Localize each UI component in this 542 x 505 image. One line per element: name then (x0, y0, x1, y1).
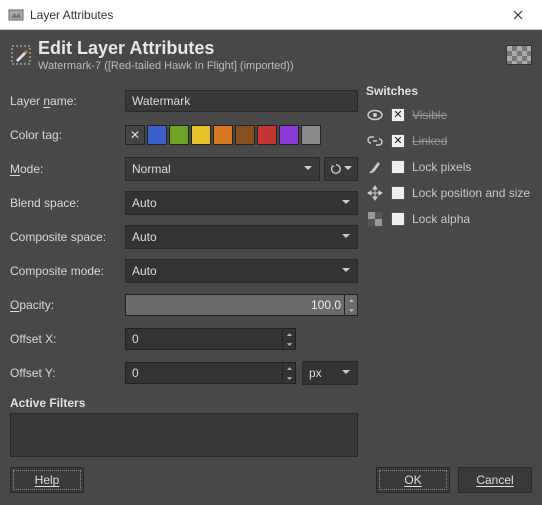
blend-space-label: Blend space: (10, 196, 125, 210)
titlebar: Layer Attributes (0, 0, 542, 30)
color-tag-brown[interactable] (235, 125, 255, 145)
color-tag-gray[interactable] (301, 125, 321, 145)
mode-value: Normal (132, 162, 171, 176)
stepper-down[interactable] (283, 373, 295, 383)
color-tag-green[interactable] (169, 125, 189, 145)
composite-space-value: Auto (132, 230, 157, 244)
lock-position-label: Lock position and size (412, 186, 530, 200)
stepper-up[interactable] (283, 363, 295, 373)
brush-icon (366, 158, 384, 176)
composite-space-label: Composite space: (10, 230, 125, 244)
row-offset-x: Offset X: 0 (10, 322, 358, 356)
switches-title: Switches (366, 84, 532, 98)
switch-lock-alpha: Lock alpha (366, 206, 532, 232)
composite-mode-value: Auto (132, 264, 157, 278)
offset-x-input[interactable]: 0 (125, 328, 296, 350)
stepper-down[interactable] (345, 305, 357, 315)
offset-x-value: 0 (132, 332, 139, 346)
color-tag-none[interactable] (125, 125, 145, 145)
color-tag-orange[interactable] (213, 125, 233, 145)
mode-reset-button[interactable] (324, 157, 358, 181)
chevron-down-icon (341, 196, 351, 210)
app-icon (8, 7, 24, 23)
color-tag-blue[interactable] (147, 125, 167, 145)
layer-name-input[interactable] (125, 90, 358, 112)
visible-label: Visible (412, 108, 447, 122)
color-tag-label: Color tag: (10, 128, 125, 142)
layer-thumbnail (506, 45, 532, 65)
active-filters-label: Active Filters (10, 396, 358, 410)
cancel-button[interactable]: Cancel (458, 467, 532, 493)
edit-icon (10, 44, 32, 66)
mode-label: Mode: (10, 162, 125, 176)
stepper-up[interactable] (345, 295, 357, 305)
blend-space-value: Auto (132, 196, 157, 210)
stepper-up[interactable] (283, 329, 295, 339)
chevron-down-icon (303, 162, 313, 176)
dialog-header: Edit Layer Attributes Watermark-7 ([Red-… (0, 30, 542, 78)
chevron-down-icon (341, 366, 351, 380)
color-tag-red[interactable] (257, 125, 277, 145)
opacity-label: Opacity: (10, 298, 125, 312)
linked-label: Linked (412, 134, 447, 148)
lock-alpha-label: Lock alpha (412, 212, 470, 226)
offset-unit-value: px (309, 366, 322, 380)
offset-unit-dropdown[interactable]: px (302, 361, 358, 385)
offset-y-label: Offset Y: (10, 366, 125, 380)
offset-y-input[interactable]: 0 (125, 362, 296, 384)
opacity-value: 100.0 (311, 298, 341, 312)
lock-pixels-checkbox[interactable] (391, 160, 405, 174)
composite-mode-dropdown[interactable]: Auto (125, 259, 358, 283)
row-composite-mode: Composite mode: Auto (10, 254, 358, 288)
lock-pixels-label: Lock pixels (412, 160, 471, 174)
help-button[interactable]: Help (10, 467, 84, 493)
chevron-down-icon (341, 264, 351, 278)
color-tag-violet[interactable] (279, 125, 299, 145)
row-mode: Mode: Normal (10, 152, 358, 186)
color-tag-swatches (125, 125, 321, 145)
alpha-icon (366, 210, 384, 228)
composite-space-dropdown[interactable]: Auto (125, 225, 358, 249)
window-title: Layer Attributes (30, 8, 496, 22)
chevron-down-icon (343, 162, 353, 176)
row-color-tag: Color tag: (10, 118, 358, 152)
visible-checkbox[interactable] (391, 108, 405, 122)
composite-mode-label: Composite mode: (10, 264, 125, 278)
linked-checkbox[interactable] (391, 134, 405, 148)
blend-space-dropdown[interactable]: Auto (125, 191, 358, 215)
offset-x-label: Offset X: (10, 332, 125, 346)
dialog-title: Edit Layer Attributes (38, 38, 506, 59)
ok-button[interactable]: OK (376, 467, 450, 493)
link-icon (366, 132, 384, 150)
color-tag-yellow[interactable] (191, 125, 211, 145)
switch-lock-pixels: Lock pixels (366, 154, 532, 180)
close-button[interactable] (496, 1, 540, 29)
switch-linked: Linked (366, 128, 532, 154)
mode-dropdown[interactable]: Normal (125, 157, 320, 181)
lock-alpha-checkbox[interactable] (391, 212, 405, 226)
chevron-down-icon (341, 230, 351, 244)
dialog-subtitle: Watermark-7 ([Red-tailed Hawk In Flight]… (38, 60, 506, 72)
layer-name-label: Layer name: (10, 94, 125, 108)
eye-icon (366, 106, 384, 124)
offset-y-value: 0 (132, 366, 139, 380)
row-blend-space: Blend space: Auto (10, 186, 358, 220)
row-layer-name: Layer name: (10, 84, 358, 118)
opacity-slider[interactable]: 100.0 (125, 294, 358, 316)
row-composite-space: Composite space: Auto (10, 220, 358, 254)
switch-lock-position: Lock position and size (366, 180, 532, 206)
active-filters-list (10, 413, 358, 457)
lock-position-checkbox[interactable] (391, 186, 405, 200)
row-offset-y: Offset Y: 0 px (10, 356, 358, 390)
stepper-down[interactable] (283, 339, 295, 349)
switch-visible: Visible (366, 102, 532, 128)
move-icon (366, 184, 384, 202)
row-opacity: Opacity: 100.0 (10, 288, 358, 322)
